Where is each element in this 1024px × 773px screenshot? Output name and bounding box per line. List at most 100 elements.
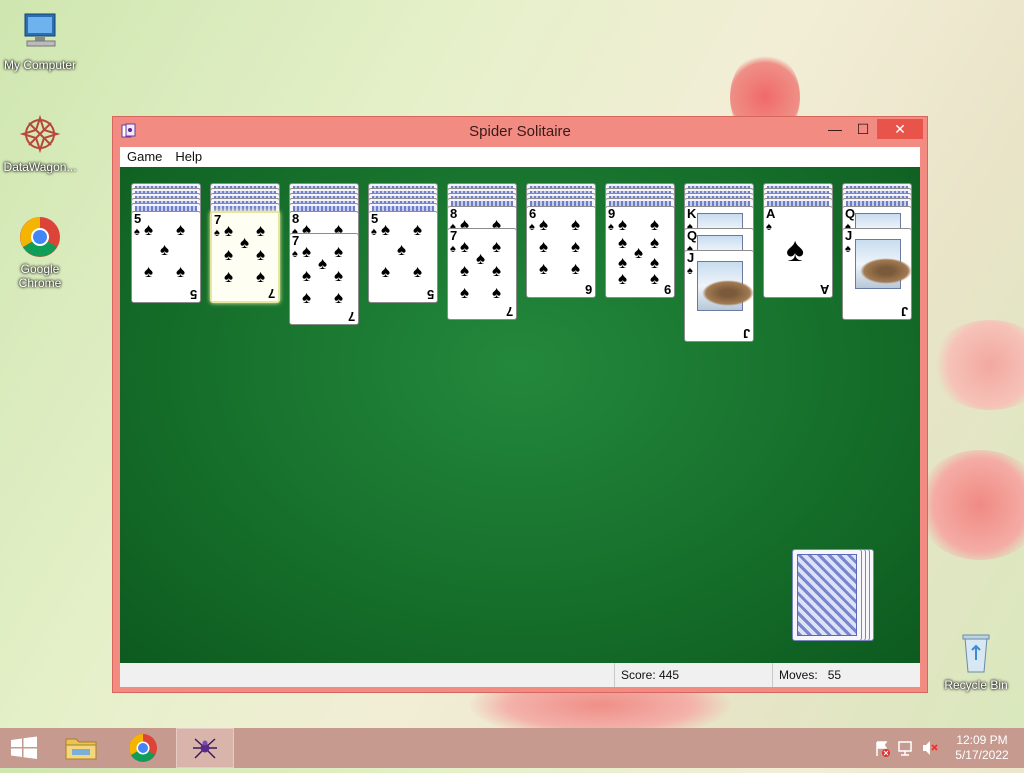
- spade-icon: ♠: [650, 215, 660, 234]
- card-rank: 5: [134, 211, 142, 226]
- chrome-icon: [17, 214, 63, 260]
- tray-volume[interactable]: [920, 728, 940, 768]
- spade-icon: ♠: [571, 259, 581, 278]
- taskbar-chrome[interactable]: [114, 728, 172, 768]
- title-bar[interactable]: Spider Solitaire — ☐ ✕: [113, 117, 927, 147]
- close-button[interactable]: ✕: [877, 119, 923, 139]
- menu-help[interactable]: Help: [168, 147, 208, 164]
- spade-icon: ♠: [413, 262, 423, 281]
- card-6-of-spades[interactable]: 6 ♠ 6 ♠ ♠ ♠ ♠ ♠ ♠: [526, 206, 596, 298]
- spider-solitaire-window: Spider Solitaire — ☐ ✕ Game Help 5 ♠ 5 ♠ ♠ ♠ ♠ ♠…: [112, 116, 928, 693]
- spade-icon: ♠: [571, 237, 581, 256]
- spade-icon: ♠: [334, 266, 344, 285]
- spade-icon: ♠: [529, 221, 535, 233]
- card-rank: 9: [608, 206, 616, 221]
- menu-bar: Game Help: [120, 147, 920, 167]
- spade-icon: ♠: [334, 288, 344, 307]
- card-j-of-spades[interactable]: J ♠ J: [842, 228, 912, 320]
- game-board[interactable]: 5 ♠ 5 ♠ ♠ ♠ ♠ ♠ 7 ♠ 7 ♠ ♠ ♠ ♠ ♠ ♠ ♠ 8 ♠ ♠ ♠ 7 ♠ 7 ♠ ♠ ♠ ♠ ♠ ♠ ♠ 5 ♠ 5 ♠ ♠ ♠ ♠ ♠…: [120, 167, 920, 663]
- system-clock[interactable]: 12:09 PM 5/17/2022: [944, 733, 1020, 763]
- desktop-icon-recycle-bin[interactable]: Recycle Bin: [936, 630, 1016, 692]
- spade-icon: ♠: [413, 220, 423, 239]
- minimize-button[interactable]: —: [825, 119, 845, 139]
- spade-icon: ♠: [224, 267, 234, 286]
- spade-icon: ♠: [256, 267, 266, 286]
- taskbar: 12:09 PM 5/17/2022: [0, 728, 1024, 768]
- spade-icon: ♠: [224, 221, 234, 240]
- spade-icon: ♠: [571, 215, 581, 234]
- card-rank: 7: [267, 286, 275, 301]
- spider-solitaire-icon: [193, 738, 217, 759]
- maximize-button[interactable]: ☐: [853, 119, 873, 139]
- chrome-icon: [129, 734, 157, 762]
- spade-icon: ♠: [334, 242, 344, 261]
- spade-icon: ♠: [492, 283, 502, 302]
- spade-icon: ♠: [381, 220, 391, 239]
- clock-date: 5/17/2022: [955, 748, 1009, 762]
- spade-icon: ♠: [292, 248, 298, 260]
- card-rank: Q: [845, 206, 856, 221]
- spade-icon: ♠: [224, 245, 234, 264]
- spade-icon: ♠: [302, 266, 312, 285]
- menu-game[interactable]: Game: [120, 147, 168, 164]
- spade-icon: ♠: [460, 237, 470, 256]
- card-rank: 8: [450, 206, 458, 221]
- card-7-of-spades[interactable]: 7 ♠ 7 ♠ ♠ ♠ ♠ ♠ ♠ ♠: [210, 211, 280, 303]
- spade-icon: ♠: [460, 261, 470, 280]
- taskbar-spider-solitaire[interactable]: [176, 728, 234, 768]
- spade-icon: ♠: [240, 233, 250, 252]
- window-title: Spider Solitaire: [469, 123, 571, 140]
- spade-icon: ♠: [160, 240, 170, 259]
- wallpaper-flower-petal: [915, 450, 1024, 560]
- card-rank: 7: [505, 304, 513, 319]
- card-7-of-spades[interactable]: 7 ♠ 7 ♠ ♠ ♠ ♠ ♠ ♠ ♠: [289, 233, 359, 325]
- desktop-icon-datawagon[interactable]: DataWagon...: [0, 112, 80, 174]
- moves-label: Moves:: [779, 668, 818, 682]
- spade-icon: ♠: [766, 221, 772, 233]
- card-pips: ♠ ♠ ♠ ♠ ♠: [144, 218, 188, 296]
- clock-time: 12:09 PM: [956, 733, 1008, 747]
- bird-nest-icon: [860, 258, 912, 284]
- card-7-of-spades[interactable]: 7 ♠ 7 ♠ ♠ ♠ ♠ ♠ ♠ ♠: [447, 228, 517, 320]
- card-rank: 7: [347, 309, 355, 324]
- spade-icon: ♠: [302, 288, 312, 307]
- spade-icon: ♠: [371, 226, 377, 238]
- spade-icon: ♠: [539, 215, 549, 234]
- card-rank: 5: [189, 287, 197, 302]
- desktop-icon-google-chrome[interactable]: Google Chrome: [0, 214, 80, 290]
- recycle-bin-icon: [953, 630, 999, 676]
- tray-network[interactable]: [896, 728, 916, 768]
- tray-action-center[interactable]: [872, 728, 892, 768]
- card-j-of-spades[interactable]: J ♠ J: [684, 250, 754, 342]
- stock-pile-card[interactable]: [792, 549, 862, 641]
- spade-icon: ♠: [618, 233, 628, 252]
- snowy-nest-illustration: [855, 239, 912, 289]
- card-5-of-spades[interactable]: 5 ♠ 5 ♠ ♠ ♠ ♠ ♠: [368, 211, 438, 303]
- spade-icon: ♠: [786, 231, 805, 269]
- spade-icon: ♠: [687, 265, 693, 277]
- spade-icon: ♠: [460, 283, 470, 302]
- spade-icon: ♠: [214, 227, 220, 239]
- spade-icon: ♠: [634, 243, 644, 262]
- taskbar-file-explorer[interactable]: [52, 728, 110, 768]
- card-5-of-spades[interactable]: 5 ♠ 5 ♠ ♠ ♠ ♠ ♠: [131, 211, 201, 303]
- bird-nest-icon: [702, 280, 754, 306]
- spade-icon: ♠: [476, 249, 486, 268]
- card-rank: 7: [292, 233, 300, 248]
- status-bar: Score: 445 Moves: 55: [120, 663, 920, 687]
- card-rank: 8: [292, 211, 300, 226]
- spade-icon: ♠: [450, 243, 456, 255]
- card-pips: ♠ ♠ ♠ ♠ ♠ ♠ ♠: [460, 235, 504, 313]
- datawagon-icon: [17, 112, 63, 158]
- card-9-of-spades[interactable]: 9 ♠ 9 ♠ ♠ ♠ ♠ ♠ ♠ ♠ ♠ ♠: [605, 206, 675, 298]
- spade-icon: ♠: [539, 259, 549, 278]
- action-center-flag-icon: [876, 741, 890, 757]
- spade-icon: ♠: [256, 221, 266, 240]
- spade-icon: ♠: [176, 220, 186, 239]
- card-rank: Q: [687, 228, 698, 243]
- start-button[interactable]: [0, 728, 58, 768]
- card-a-of-spades[interactable]: A ♠ A ♠: [763, 206, 833, 298]
- desktop-icon-my-computer[interactable]: My Computer: [0, 10, 80, 72]
- card-rank: K: [687, 206, 697, 221]
- file-explorer-icon: [65, 738, 97, 760]
